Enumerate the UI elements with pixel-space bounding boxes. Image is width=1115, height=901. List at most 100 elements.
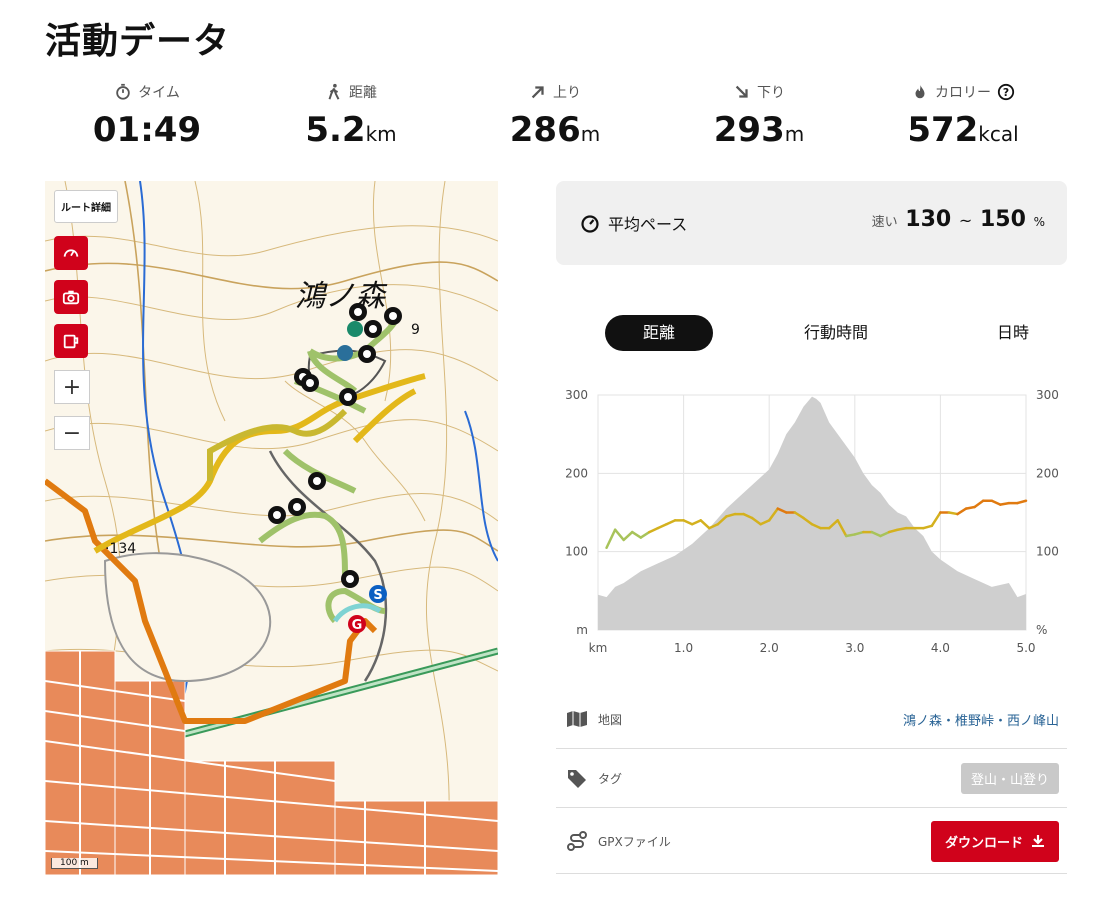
pace-line-segment — [639, 530, 651, 539]
pace-line-segment — [947, 511, 959, 516]
pace-line-segment — [665, 519, 677, 526]
map-canvas: S G — [45, 181, 498, 875]
info-row-tag: タグ 登山・山登り — [556, 749, 1067, 808]
download-icon — [1032, 835, 1044, 847]
pace-line-segment — [648, 526, 660, 534]
stat-unit: kcal — [978, 122, 1019, 146]
pace-toggle-button[interactable] — [54, 236, 88, 270]
pace-line-segment — [656, 523, 668, 530]
chart-y-tick-right: % — [1036, 623, 1047, 637]
info-row-map: 地図 鴻ノ森・椎野峠・西ノ峰山 — [556, 690, 1067, 749]
average-pace-panel: 平均ペース 速い 130 ~ 150 % — [556, 181, 1067, 265]
tab-datetime[interactable]: 日時 — [976, 315, 1050, 351]
route-icon — [567, 831, 587, 851]
chart-y-tick-right: 300 — [1036, 388, 1059, 402]
tab-distance[interactable]: 距離 — [605, 315, 713, 351]
info-label: タグ — [598, 771, 623, 786]
svg-text:S: S — [373, 588, 382, 603]
stat-descent: 下り 293m — [657, 80, 861, 160]
camera-icon — [62, 290, 80, 305]
stat-label: 距離 — [349, 85, 377, 101]
stat-label: カロリー — [935, 85, 991, 101]
chart-x-tick: 2.0 — [760, 641, 779, 655]
pace-label: 平均ペース — [608, 215, 688, 234]
chart-x-tick: 5.0 — [1016, 641, 1035, 655]
pace-line-segment — [1016, 499, 1028, 505]
arrow-down-right-icon — [735, 85, 748, 98]
speedometer-icon — [581, 215, 599, 233]
speedometer-icon — [63, 249, 79, 257]
stopwatch-icon — [116, 83, 130, 100]
route-detail-button[interactable]: ルート詳細 — [54, 190, 118, 223]
route-map[interactable]: S G 鴻ノ森 ·134 9 ルート詳細 + − 100 m — [45, 181, 498, 875]
pace-sep: ~ — [958, 211, 973, 230]
info-label: 地図 — [598, 712, 623, 727]
stat-value: 293 — [713, 110, 785, 150]
stat-unit: km — [365, 122, 397, 146]
svg-text:G: G — [352, 618, 363, 633]
chart-y-tick-left: 200 — [565, 466, 588, 480]
stat-time: タイム 01:49 — [45, 80, 249, 160]
map-icon — [567, 711, 587, 727]
chart-x-tick: 1.0 — [674, 641, 693, 655]
tab-moving-time[interactable]: 行動時間 — [786, 315, 886, 351]
pace-line-segment — [622, 530, 634, 542]
map-place-label: 鴻ノ森 — [295, 279, 385, 314]
page-title: 活動データ — [45, 21, 231, 62]
chart-y-tick-right: 100 — [1036, 545, 1059, 559]
tag-pill[interactable]: 登山・山登り — [960, 762, 1059, 794]
chart-tabs: 距離 行動時間 日時 — [556, 315, 1067, 351]
pace-line-segment — [844, 533, 857, 538]
cup-icon — [63, 334, 79, 349]
pace-line-segment — [605, 528, 617, 549]
pace-line-segment — [999, 501, 1011, 506]
chart-y-tick-right: 200 — [1036, 466, 1059, 480]
elevation-area — [598, 396, 1026, 630]
pace-line-segment — [613, 528, 625, 542]
map-scale: 100 m — [51, 858, 98, 869]
map-elevation-label: ·134 — [105, 541, 137, 557]
pace-line-segment — [922, 524, 934, 530]
chart-x-tick: 4.0 — [931, 641, 950, 655]
photo-toggle-button[interactable] — [54, 280, 88, 314]
stat-label: 上り — [553, 85, 581, 101]
stat-calories: カロリー? 572kcal — [861, 80, 1065, 160]
chart-y-tick-left: m — [576, 623, 588, 637]
stat-label: タイム — [138, 85, 180, 101]
stat-distance: 距離 5.2km — [249, 80, 453, 160]
pace-line-segment — [682, 519, 694, 526]
stat-value: 572 — [907, 110, 979, 150]
rest-toggle-button[interactable] — [54, 324, 88, 358]
pace-line-segment — [990, 499, 1002, 506]
zoom-out-button[interactable]: − — [54, 416, 90, 450]
info-row-gpx: GPXファイル ダウンロード — [556, 809, 1067, 874]
svg-text:?: ? — [1003, 86, 1009, 99]
pace-unit: % — [1033, 215, 1045, 229]
stat-ascent: 上り 286m — [453, 80, 657, 160]
stat-value: 286 — [509, 110, 581, 150]
elevation-pace-chart: 300 200 100 m 300 200 100% km 1.0 2.0 3.0 4.0 5.0 — [565, 388, 1059, 655]
flame-icon — [915, 84, 925, 99]
pace-prefix: 速い — [871, 215, 898, 230]
download-label: ダウンロード — [944, 835, 1023, 851]
pace-line-segment — [690, 519, 702, 526]
pace-line-segment — [630, 530, 643, 539]
pace-line-segment — [699, 519, 711, 530]
download-button[interactable]: ダウンロード — [930, 820, 1059, 862]
pace-line-segment — [896, 526, 908, 531]
zoom-in-button[interactable]: + — [54, 370, 90, 404]
map-name-link[interactable]: 鴻ノ森・椎野峠・西ノ峰山 — [903, 710, 1059, 729]
map-elevation-label-2: 9 — [411, 322, 420, 338]
stats-bar: タイム 01:49 距離 5.2km 上り 286m 下り 293m カロリー?… — [45, 80, 1065, 160]
pace-line-segment — [930, 511, 942, 528]
pace-line-segment — [956, 507, 968, 516]
pace-line-segment — [964, 505, 976, 510]
pace-low: 130 — [905, 207, 952, 232]
help-icon[interactable]: ? — [997, 83, 1015, 101]
pace-high: 150 — [979, 207, 1026, 232]
pace-line-segment — [973, 499, 985, 509]
stat-value: 01:49 — [92, 110, 202, 150]
arrow-up-right-icon — [531, 86, 544, 99]
stat-unit: m — [784, 122, 805, 146]
stat-label: 下り — [757, 85, 785, 101]
